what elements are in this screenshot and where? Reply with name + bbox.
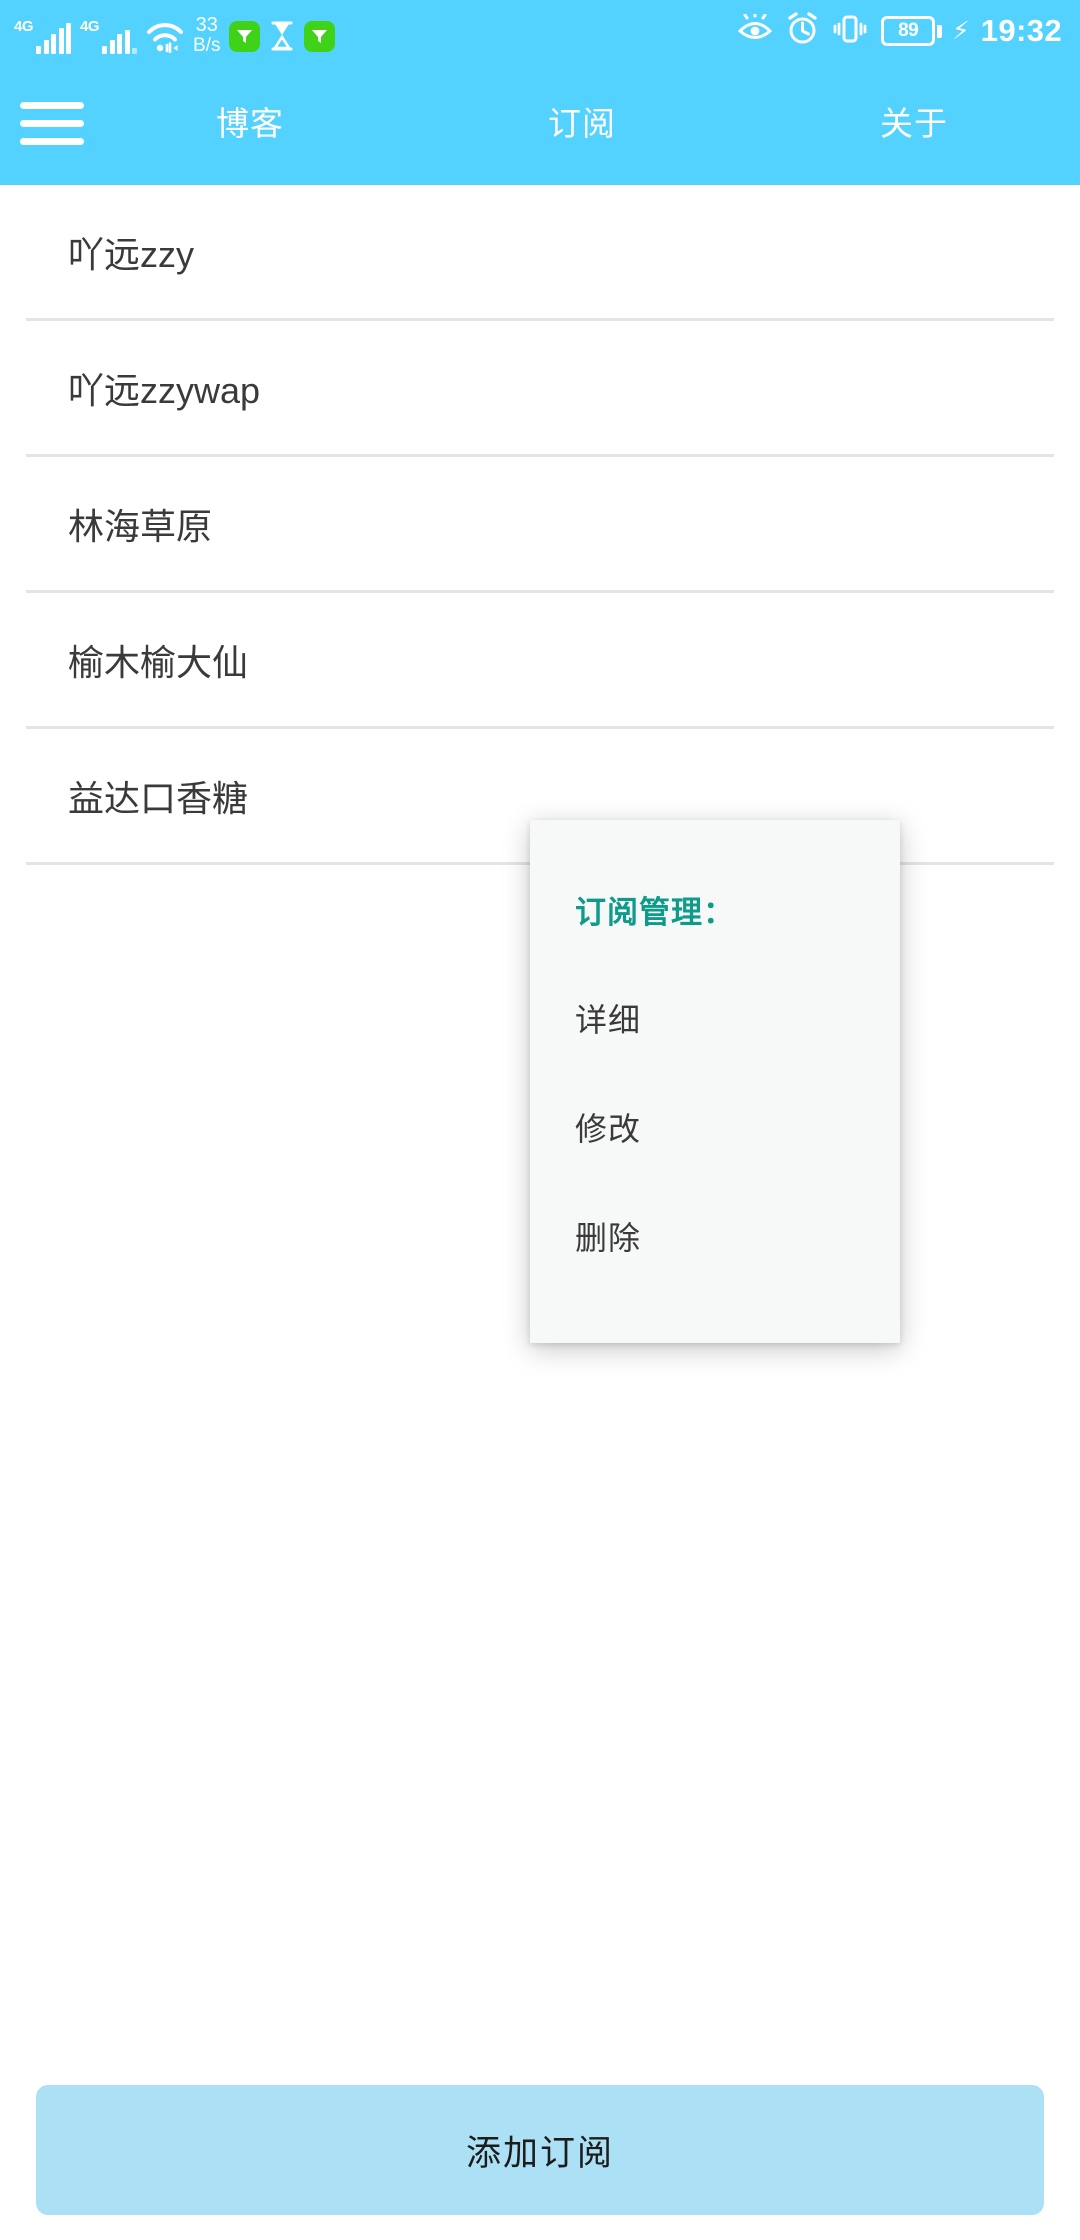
list-item-label: 榆木榆大仙 bbox=[68, 641, 249, 683]
network-speed-unit: B/s bbox=[193, 34, 221, 56]
subscription-manage-popup: 订阅管理： 详细 修改 删除 bbox=[530, 820, 900, 1343]
hourglass-icon bbox=[269, 20, 295, 52]
network-speed: 33 B/s bbox=[193, 15, 220, 55]
status-bar-clock: 19:32 bbox=[980, 13, 1062, 48]
eye-icon bbox=[737, 12, 773, 49]
signal-sim2-label: 4G bbox=[80, 18, 100, 35]
list-item[interactable]: 吖远zzywap bbox=[0, 321, 1080, 454]
signal-bars-sim1 bbox=[36, 23, 72, 54]
wifi-icon bbox=[146, 21, 184, 54]
list-item-label: 吖远zzy bbox=[68, 233, 195, 275]
hamburger-bar-1 bbox=[20, 102, 84, 109]
popup-item-modify[interactable]: 修改 bbox=[575, 1104, 900, 1150]
tab-bar: 博客 订阅 关于 bbox=[84, 62, 1080, 185]
status-bar-left: 4G 4G 33 B/s bbox=[14, 8, 336, 55]
subscription-list: 吖远zzy 吖远zzywap 林海草原 榆木榆大仙 益达口香糖 bbox=[0, 185, 1080, 865]
battery-indicator: 89 bbox=[881, 16, 943, 46]
battery-tip bbox=[937, 24, 943, 38]
signal-sim1-label: 4G bbox=[14, 18, 34, 35]
status-bar-right: 89 ⚡ 19:32 bbox=[737, 12, 1062, 50]
status-bar: 4G 4G 33 B/s 89 ⚡ 19:32 bbox=[0, 0, 1080, 62]
list-item[interactable]: 吖远zzy bbox=[0, 185, 1080, 318]
green-app-icon-2 bbox=[304, 21, 336, 52]
list-item-label: 林海草原 bbox=[68, 505, 213, 547]
signal-strength-sim2: 4G bbox=[80, 18, 138, 54]
popup-title: 订阅管理： bbox=[575, 895, 735, 930]
list-item[interactable]: 林海草原 bbox=[0, 457, 1080, 590]
popup-item-delete[interactable]: 删除 bbox=[575, 1213, 900, 1259]
tab-subscriptions[interactable]: 订阅 bbox=[416, 62, 748, 185]
green-app-icon bbox=[229, 21, 261, 52]
list-item-label: 益达口香糖 bbox=[68, 777, 249, 819]
bottom-bar: 添加订阅 bbox=[0, 2060, 1080, 2240]
tab-blog[interactable]: 博客 bbox=[84, 62, 416, 185]
network-speed-value: 33 bbox=[195, 14, 218, 37]
popup-item-details[interactable]: 详细 bbox=[575, 995, 900, 1041]
battery-level: 89 bbox=[881, 16, 936, 46]
hamburger-bar-2 bbox=[20, 120, 84, 127]
list-item[interactable]: 榆木榆大仙 bbox=[0, 593, 1080, 726]
alarm-clock-icon bbox=[786, 12, 819, 50]
tab-about[interactable]: 关于 bbox=[748, 62, 1080, 185]
signal-bars-sim2 bbox=[102, 24, 138, 54]
list-item-label: 吖远zzywap bbox=[68, 369, 261, 411]
hamburger-menu-icon[interactable] bbox=[20, 94, 84, 154]
hamburger-bar-3 bbox=[20, 138, 84, 145]
signal-strength-sim1: 4G bbox=[14, 18, 72, 54]
add-subscription-button[interactable]: 添加订阅 bbox=[36, 2085, 1044, 2215]
vibrate-icon bbox=[832, 13, 868, 50]
lightning-bolt-icon: ⚡ bbox=[952, 16, 970, 45]
app-bar: 博客 订阅 关于 bbox=[0, 62, 1080, 185]
